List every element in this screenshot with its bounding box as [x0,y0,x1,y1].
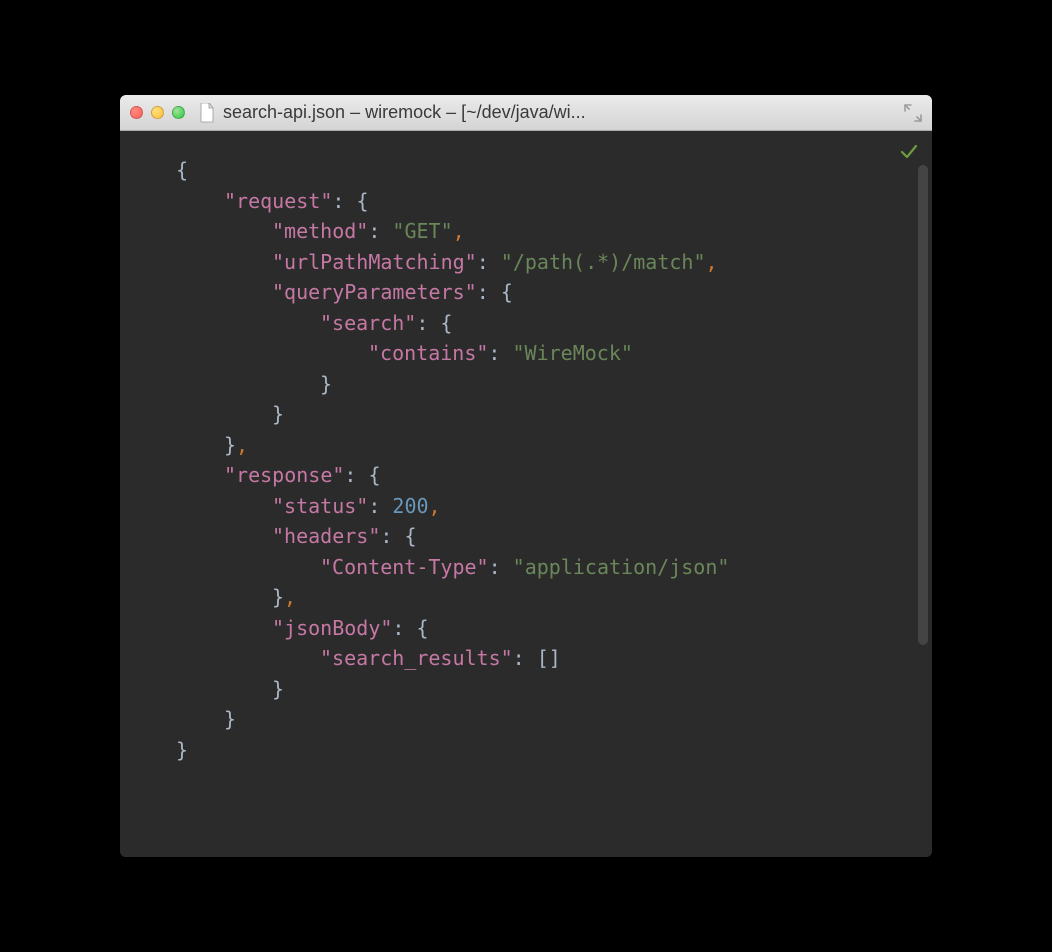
brace: } [176,738,188,762]
json-array: [] [537,646,561,670]
json-key: "queryParameters" [272,280,477,304]
json-key: "Content-Type" [320,555,489,579]
colon: : [332,189,344,213]
json-string: "WireMock" [513,341,633,365]
comma: , [284,585,296,609]
brace: { [417,616,429,640]
colon: : [513,646,525,670]
json-key: "search_results" [320,646,513,670]
json-key: "search" [320,311,416,335]
code-content[interactable]: { "request": { "method": "GET", "urlPathMat… [176,155,932,765]
brace: } [272,585,284,609]
traffic-lights [130,106,185,119]
json-key: "method" [272,219,368,243]
scrollbar-thumb[interactable] [918,165,928,645]
colon: : [368,219,380,243]
json-key: "response" [224,463,344,487]
brace: { [501,280,513,304]
fullscreen-icon[interactable] [904,104,922,122]
json-key: "headers" [272,524,380,548]
comma: , [706,250,718,274]
colon: : [477,250,489,274]
colon: : [477,280,489,304]
json-string: "GET" [392,219,452,243]
brace: { [440,311,452,335]
brace: { [356,189,368,213]
minimize-button[interactable] [151,106,164,119]
code-editor[interactable]: { "request": { "method": "GET", "urlPathMat… [120,131,932,857]
colon: : [489,555,501,579]
json-string: "application/json" [513,555,730,579]
json-key: "jsonBody" [272,616,392,640]
brace: { [176,158,188,182]
titlebar[interactable]: search-api.json – wiremock – [~/dev/java… [120,95,932,131]
json-key: "contains" [368,341,488,365]
window-title: search-api.json – wiremock – [~/dev/java… [223,102,896,123]
comma: , [453,219,465,243]
check-icon [900,139,918,157]
brace: } [272,402,284,426]
maximize-button[interactable] [172,106,185,119]
brace: { [404,524,416,548]
json-key: "status" [272,494,368,518]
scrollbar[interactable] [918,165,928,847]
colon: : [392,616,404,640]
brace: } [272,677,284,701]
colon: : [380,524,392,548]
editor-window: search-api.json – wiremock – [~/dev/java… [120,95,932,857]
brace: } [224,433,236,457]
json-number: 200 [392,494,428,518]
brace: } [320,372,332,396]
colon: : [488,341,500,365]
colon: : [416,311,428,335]
json-key: "urlPathMatching" [272,250,477,274]
comma: , [429,494,441,518]
json-string: "/path(.*)/match" [501,250,706,274]
file-icon [199,103,215,123]
colon: : [368,494,380,518]
comma: , [236,433,248,457]
brace: { [369,463,381,487]
json-key: "request" [224,189,332,213]
colon: : [344,463,356,487]
close-button[interactable] [130,106,143,119]
brace: } [224,707,236,731]
